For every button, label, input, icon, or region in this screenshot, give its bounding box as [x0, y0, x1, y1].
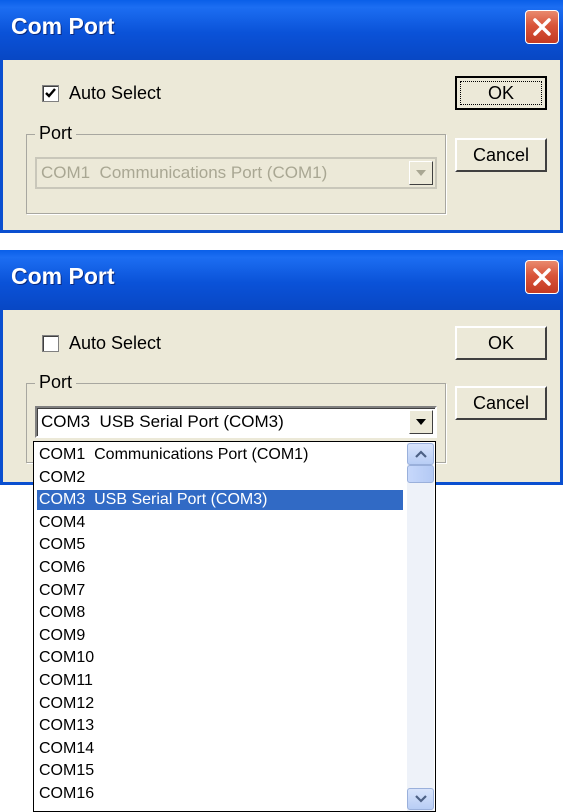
window-title: Com Port: [11, 263, 115, 289]
close-icon: [533, 268, 551, 286]
port-option[interactable]: COM9: [37, 626, 403, 646]
auto-select-checkbox-row[interactable]: Auto Select: [42, 80, 161, 106]
cancel-button[interactable]: Cancel: [455, 138, 547, 172]
close-button[interactable]: [525, 10, 559, 44]
port-option[interactable]: COM10: [37, 648, 403, 668]
scroll-up-button[interactable]: [407, 443, 434, 465]
close-icon: [533, 18, 551, 36]
port-option[interactable]: COM5: [37, 535, 403, 555]
port-option[interactable]: COM3 USB Serial Port (COM3): [37, 490, 403, 511]
auto-select-checkbox[interactable]: [42, 334, 59, 352]
cancel-button[interactable]: Cancel: [455, 386, 547, 420]
port-option[interactable]: COM16: [37, 784, 403, 804]
port-group-label: Port: [35, 372, 77, 393]
auto-select-checkbox[interactable]: [42, 84, 59, 102]
auto-select-label: Auto Select: [69, 332, 162, 353]
port-option[interactable]: COM8: [37, 603, 403, 623]
port-option[interactable]: COM12: [37, 694, 403, 714]
cancel-button-label: Cancel: [472, 145, 530, 165]
port-select-dropdown-button[interactable]: [409, 161, 433, 185]
port-option[interactable]: COM4: [37, 513, 403, 533]
port-option[interactable]: COM13: [37, 716, 403, 736]
port-option[interactable]: COM6: [37, 558, 403, 578]
scroll-down-button[interactable]: [407, 788, 434, 810]
checkmark-icon: [45, 87, 56, 98]
title-bar[interactable]: Com Port: [0, 0, 563, 60]
window-title: Com Port: [11, 13, 115, 39]
vertical-scrollbar[interactable]: [407, 443, 434, 811]
chevron-down-icon: [416, 170, 426, 176]
port-option[interactable]: COM15: [37, 761, 403, 781]
port-option[interactable]: COM7: [37, 581, 403, 601]
port-group: Port COM1 Communications Port (COM1): [26, 123, 446, 214]
ok-button-label: OK: [487, 333, 514, 353]
port-select-value: COM3 USB Serial Port (COM3): [41, 412, 284, 431]
chevron-down-icon: [416, 419, 426, 425]
port-select-dropdown-button[interactable]: [409, 410, 433, 434]
port-select[interactable]: COM3 USB Serial Port (COM3): [35, 406, 437, 438]
ok-button[interactable]: OK: [455, 76, 547, 110]
port-option[interactable]: COM11: [37, 671, 403, 691]
focus-rectangle: [460, 81, 542, 105]
port-option[interactable]: COM14: [37, 739, 403, 759]
port-option[interactable]: COM1 Communications Port (COM1): [37, 445, 403, 465]
scrollbar-thumb[interactable]: [407, 465, 434, 483]
scroll-down-icon: [415, 795, 427, 803]
port-dropdown-list[interactable]: COM1 Communications Port (COM1) COM2 COM3 …: [33, 441, 436, 812]
auto-select-checkbox-row[interactable]: Auto Select: [42, 330, 161, 356]
port-group-label: Port: [35, 123, 77, 144]
cancel-button-label: Cancel: [472, 393, 530, 413]
close-button[interactable]: [525, 260, 559, 294]
scroll-up-icon: [415, 450, 427, 458]
port-select-value: COM1 Communications Port (COM1): [41, 163, 328, 182]
auto-select-label: Auto Select: [69, 82, 162, 103]
com-port-dialog-auto: Com Port Auto Select Port COM1 Communica…: [0, 0, 563, 233]
port-select[interactable]: COM1 Communications Port (COM1): [35, 157, 437, 189]
port-option[interactable]: COM2: [37, 468, 403, 488]
ok-button[interactable]: OK: [455, 326, 547, 360]
title-bar[interactable]: Com Port: [0, 250, 563, 310]
